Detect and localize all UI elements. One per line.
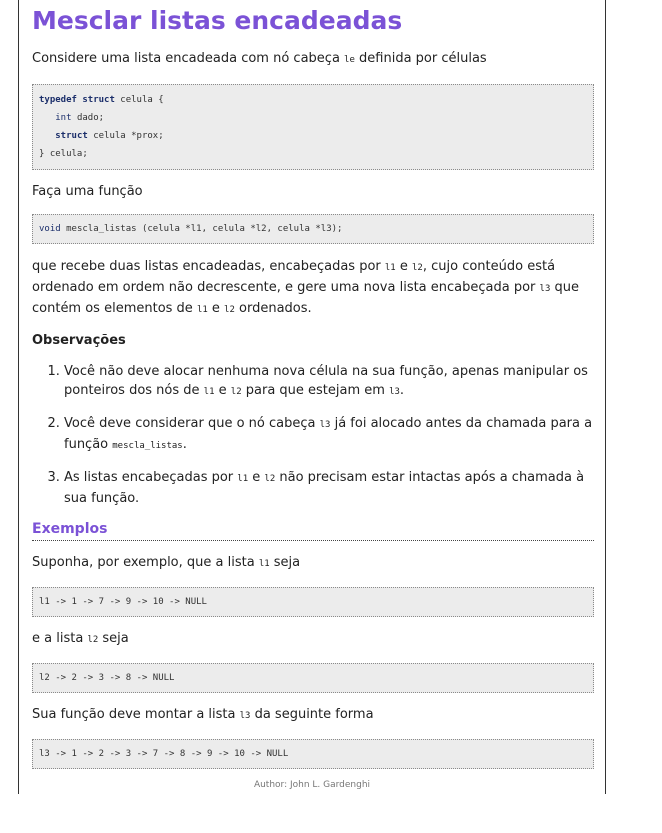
problem-content: Mesclar listas encadeadas Considere uma … bbox=[32, 0, 594, 769]
example-2-text: e a lista l2 seja bbox=[32, 631, 129, 646]
description-paragraph: que recebe duas listas encadeadas, encab… bbox=[32, 259, 580, 316]
observation-item: Você não deve alocar nenhuma nova célula… bbox=[64, 362, 594, 402]
page-container: Mesclar listas encadeadas Considere uma … bbox=[18, 0, 606, 794]
function-signature-block: void mescla_listas (celula *l1, celula *… bbox=[32, 214, 594, 244]
intro-paragraph: Considere uma lista encadeada com nó cab… bbox=[32, 51, 487, 66]
example-1-text: Suponha, por exemplo, que a lista l1 sej… bbox=[32, 555, 301, 570]
observation-item: Você deve considerar que o nó cabeça l3 … bbox=[64, 414, 594, 456]
example-1-code: l1 -> 1 -> 7 -> 9 -> 10 -> NULL bbox=[32, 587, 594, 617]
function-intro: Faça uma função bbox=[32, 184, 143, 199]
example-3-text: Sua função deve montar a lista l3 da seg… bbox=[32, 707, 374, 722]
struct-code-block: typedef struct celula { int dado; struct… bbox=[32, 84, 594, 170]
inline-code: le bbox=[344, 55, 355, 65]
author-footer: Author: John L. Gardenghi bbox=[253, 780, 371, 790]
example-3-code: l3 -> 1 -> 2 -> 3 -> 7 -> 8 -> 9 -> 10 -… bbox=[32, 739, 594, 769]
observation-item: As listas encabeçadas por l1 e l2 não pr… bbox=[64, 468, 594, 508]
page-title: Mesclar listas encadeadas bbox=[32, 6, 403, 35]
example-2-code: l2 -> 2 -> 3 -> 8 -> NULL bbox=[32, 663, 594, 693]
observations-heading: Observações bbox=[32, 333, 126, 348]
observations-list: Você não deve alocar nenhuma nova célula… bbox=[32, 362, 594, 508]
examples-heading: Exemplos bbox=[32, 518, 594, 541]
